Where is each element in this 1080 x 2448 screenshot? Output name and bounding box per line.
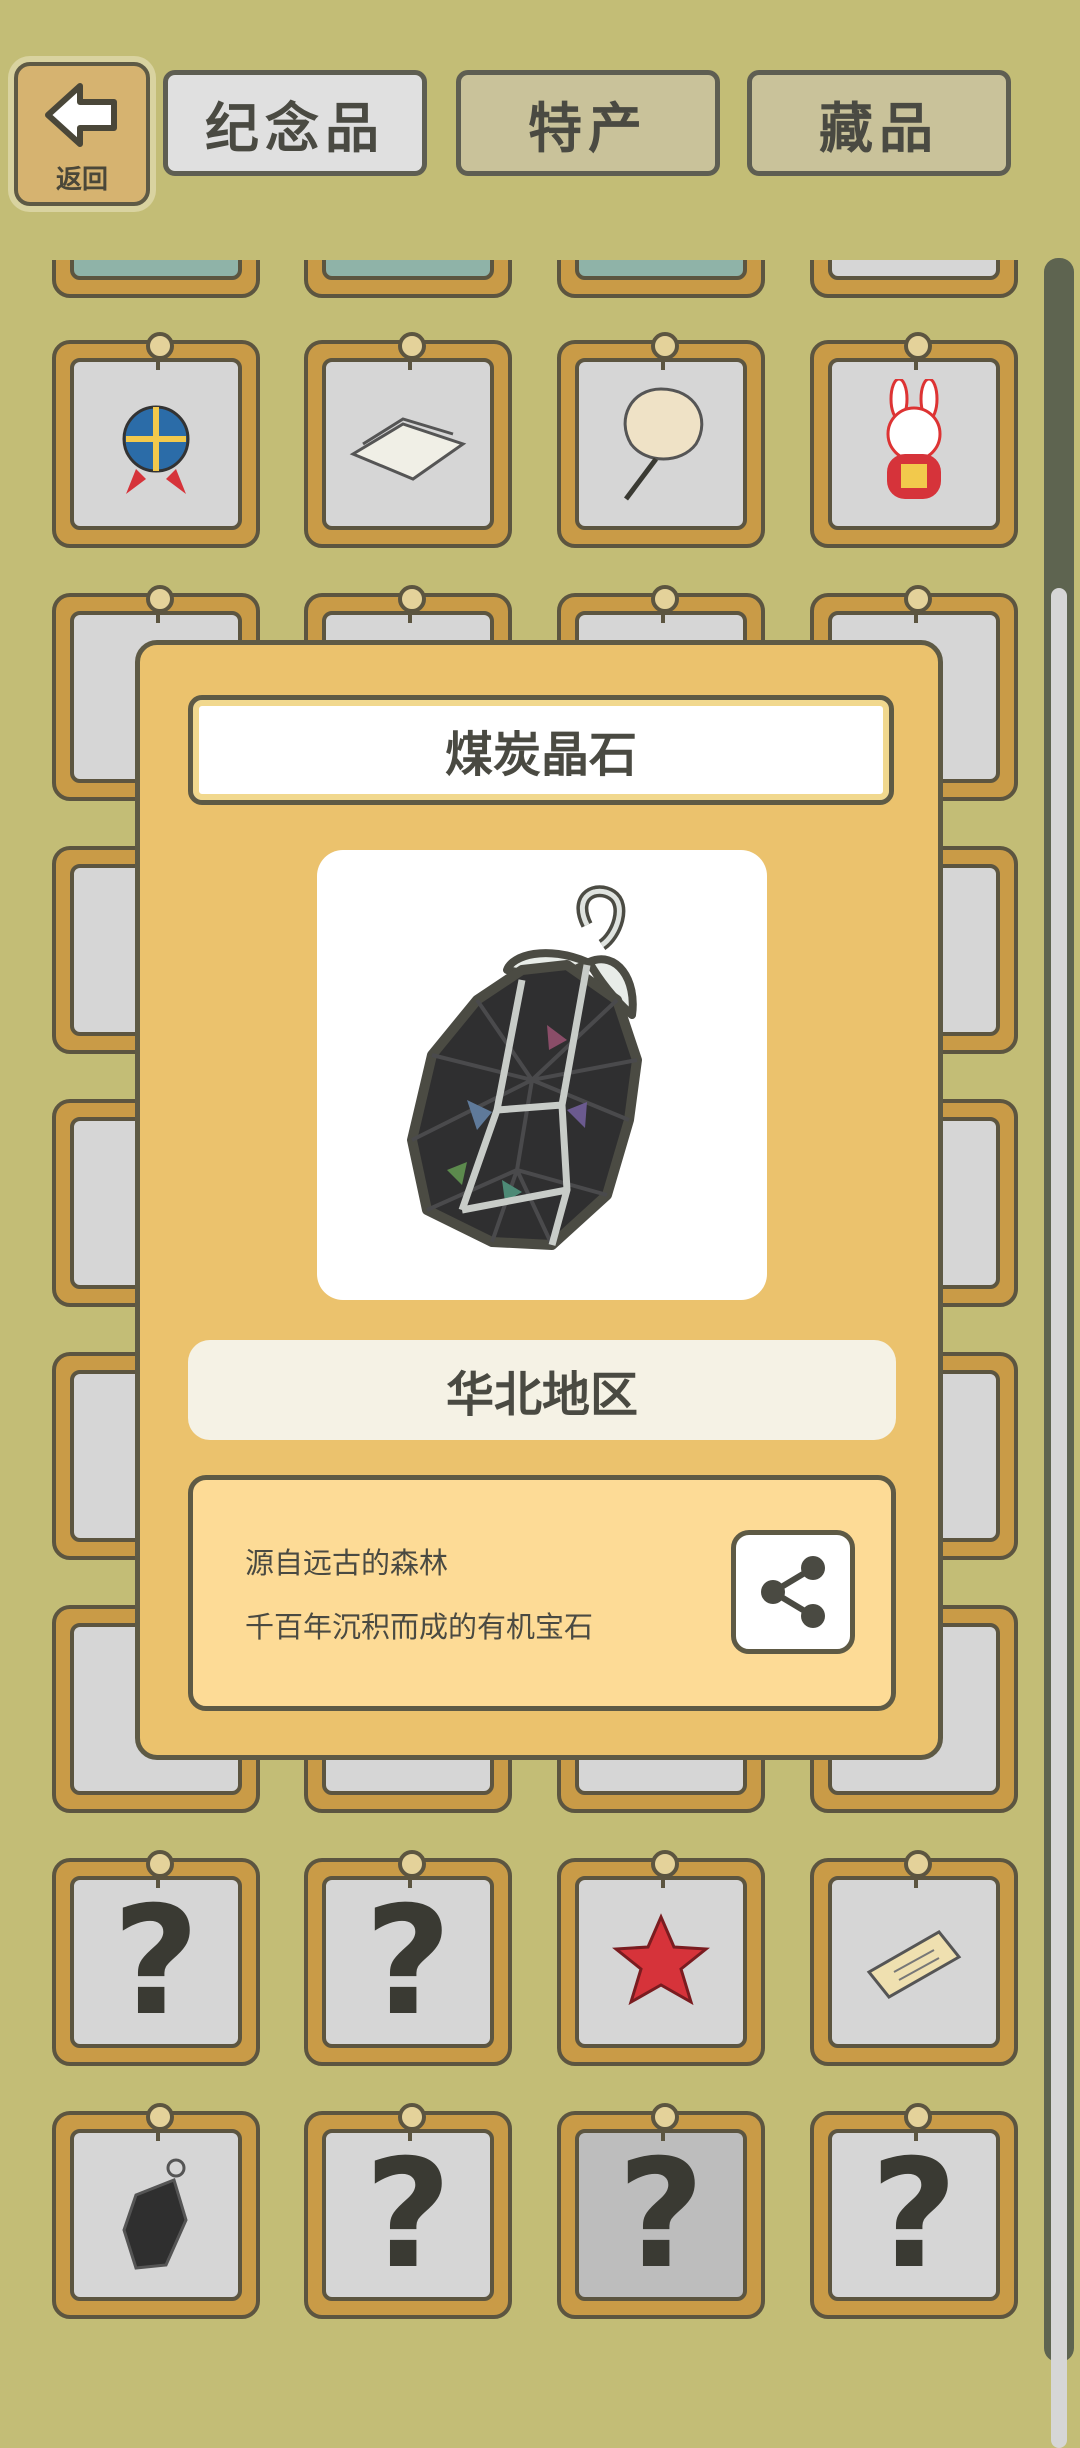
item-detail-modal: 煤炭晶石 华北地区 源自远古的森林 千百年沉积而成的有机宝石	[135, 640, 943, 1760]
scrollbar-thumb[interactable]	[1051, 588, 1067, 2448]
item-image-frame	[317, 850, 767, 1300]
grid-cell-rabbit-figure[interactable]	[810, 332, 1018, 548]
unknown-item-icon: ?	[364, 1876, 452, 2048]
folded-cloth-icon	[349, 417, 467, 481]
description-line: 千百年沉积而成的有机宝石	[245, 1610, 594, 1644]
unknown-item-icon: ?	[364, 2129, 452, 2301]
grid-cell[interactable]	[304, 260, 512, 298]
grid-cell-book[interactable]	[810, 1850, 1018, 2066]
grid-cell[interactable]	[810, 260, 1018, 298]
grid-cell-unknown[interactable]: ?	[52, 1850, 260, 2066]
share-button[interactable]	[731, 1530, 855, 1654]
top-bar: 返回 纪念品 特产 藏品	[0, 0, 1080, 220]
item-title: 煤炭晶石	[188, 695, 894, 805]
grid-cell[interactable]	[557, 260, 765, 298]
share-icon	[761, 1556, 825, 1628]
grid-cell-temari-ball[interactable]	[52, 332, 260, 548]
tab-souvenirs[interactable]: 纪念品	[163, 70, 427, 176]
back-arrow-icon	[45, 83, 117, 147]
grid-cell[interactable]	[52, 260, 260, 298]
description-box: 源自远古的森林 千百年沉积而成的有机宝石	[188, 1475, 896, 1711]
hand-fan-icon	[623, 387, 704, 501]
coal-crystal-pendant-icon	[407, 885, 642, 1250]
temari-ball-icon	[122, 405, 190, 494]
scrollbar[interactable]	[1044, 258, 1074, 2448]
grid-cell-unknown[interactable]: ?	[810, 2103, 1018, 2319]
back-label: 返回	[55, 165, 108, 195]
grid-cell-unknown[interactable]: ?	[304, 1850, 512, 2066]
coal-crystal-pendant-icon	[122, 2158, 188, 2270]
description-line: 源自远古的森林	[245, 1546, 449, 1580]
back-button[interactable]: 返回	[14, 62, 150, 206]
red-star-cloth-icon	[612, 1913, 710, 2006]
tab-specialties[interactable]: 特产	[456, 70, 720, 176]
unknown-item-icon: ?	[870, 2129, 958, 2301]
rabbit-figure-icon	[886, 379, 942, 499]
grid-cell-hand-fan[interactable]	[557, 332, 765, 548]
grid-cell-folded-cloth[interactable]	[304, 332, 512, 548]
tab-collectibles[interactable]: 藏品	[747, 70, 1011, 176]
grid-cell-coal-crystal[interactable]	[52, 2103, 260, 2319]
unknown-item-icon: ?	[112, 1876, 200, 2048]
unknown-item-icon: ?	[617, 2129, 705, 2301]
grid-cell-red-star-cloth[interactable]	[557, 1850, 765, 2066]
grid-cell-unknown[interactable]: ?	[557, 2103, 765, 2319]
grid-cell-unknown[interactable]: ?	[304, 2103, 512, 2319]
book-icon	[866, 1930, 962, 1999]
region-label: 华北地区	[188, 1340, 896, 1440]
